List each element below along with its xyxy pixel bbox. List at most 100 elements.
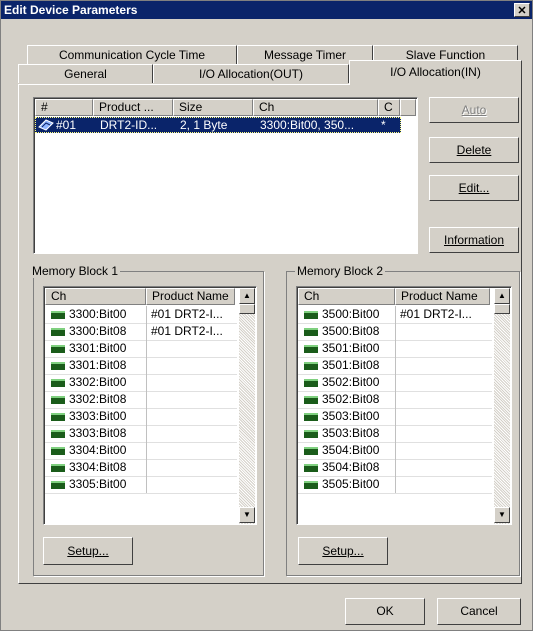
channel-cell: 3301:Bit08 xyxy=(69,358,127,372)
memory-icon xyxy=(304,481,318,489)
edit-button[interactable]: Edit... xyxy=(429,175,519,201)
tab-io-allocation-out[interactable]: I/O Allocation(OUT) xyxy=(153,64,349,83)
list-item[interactable]: 3303:Bit08 xyxy=(45,425,237,443)
memory-block-1-setup-button[interactable]: Setup... xyxy=(43,537,133,565)
column-header-ch[interactable]: Ch xyxy=(253,99,378,116)
channel-cell: 3504:Bit00 xyxy=(322,443,380,457)
mb2-scroll-thumb[interactable] xyxy=(494,304,510,314)
memory-block-1-list[interactable]: Ch Product Name 3300:Bit00 #01 DRT2-I... 3… xyxy=(43,286,257,525)
list-item[interactable]: 3502:Bit00 xyxy=(298,374,492,392)
channel-cell: 3505:Bit00 xyxy=(322,477,380,491)
column-header-num[interactable]: # xyxy=(35,99,93,116)
channel-cell: 3501:Bit00 xyxy=(322,341,380,355)
tab-general[interactable]: General xyxy=(18,64,153,83)
tab-io-allocation-in[interactable]: I/O Allocation(IN) xyxy=(349,60,522,85)
mb1-scroll-thumb[interactable] xyxy=(239,304,255,314)
channel-cell: 3300:Bit08 xyxy=(69,324,127,338)
device-row-product: DRT2-ID... xyxy=(100,118,158,132)
auto-button-label: Auto xyxy=(461,103,487,117)
list-item[interactable]: 3504:Bit00 xyxy=(298,442,492,460)
list-item[interactable]: 3500:Bit08 xyxy=(298,323,492,341)
list-item[interactable]: 3304:Bit08 xyxy=(45,459,237,477)
channel-cell: 3500:Bit00 xyxy=(322,307,380,321)
list-item[interactable]: 3503:Bit08 xyxy=(298,425,492,443)
memory-icon xyxy=(304,362,318,370)
memory-icon xyxy=(304,430,318,438)
memory-icon xyxy=(51,481,65,489)
table-row[interactable]: #01 DRT2-ID... 2, 1 Byte 3300:Bit00, 350… xyxy=(35,117,401,133)
memory-block-2-list[interactable]: Ch Product Name 3500:Bit00 #01 DRT2-I... 3… xyxy=(296,286,512,525)
mb2-column-header-ch[interactable]: Ch xyxy=(298,288,395,305)
mb2-column-header-product-name[interactable]: Product Name xyxy=(395,288,490,305)
list-item[interactable]: 3300:Bit00 #01 DRT2-I... xyxy=(45,306,237,324)
list-item[interactable]: 3502:Bit08 xyxy=(298,391,492,409)
list-item[interactable]: 3504:Bit08 xyxy=(298,459,492,477)
list-item[interactable]: 3503:Bit00 xyxy=(298,408,492,426)
mb1-setup-label: Setup... xyxy=(67,544,109,558)
mb1-scroll-down-icon[interactable]: ▼ xyxy=(239,507,255,523)
device-icon xyxy=(38,119,54,131)
channel-cell: 3305:Bit00 xyxy=(69,477,127,491)
memory-icon xyxy=(51,464,65,472)
mb1-scrollbar[interactable]: ▲ ▼ xyxy=(239,288,255,524)
list-item[interactable]: 3302:Bit00 xyxy=(45,374,237,392)
channel-cell: 3303:Bit00 xyxy=(69,409,127,423)
list-item[interactable]: 3500:Bit00 #01 DRT2-I... xyxy=(298,306,492,324)
memory-icon xyxy=(51,362,65,370)
list-item[interactable]: 3301:Bit00 xyxy=(45,340,237,358)
memory-icon xyxy=(304,379,318,387)
channel-cell: 3303:Bit08 xyxy=(69,426,127,440)
memory-block-2-setup-button[interactable]: Setup... xyxy=(298,537,388,565)
mb2-scrollbar[interactable]: ▲ ▼ xyxy=(494,288,510,524)
channel-cell: 3304:Bit08 xyxy=(69,460,127,474)
channel-cell: 3500:Bit08 xyxy=(322,324,380,338)
channel-cell: 3301:Bit00 xyxy=(69,341,127,355)
mb1-column-header-product-name[interactable]: Product Name xyxy=(146,288,235,305)
column-header-product[interactable]: Product ... xyxy=(93,99,173,116)
auto-button[interactable]: Auto xyxy=(429,97,519,123)
cancel-button[interactable]: Cancel xyxy=(437,598,521,625)
channel-cell: 3302:Bit08 xyxy=(69,392,127,406)
memory-block-1-label: Memory Block 1 xyxy=(30,264,121,278)
title-bar[interactable]: Edit Device Parameters ✕ xyxy=(1,1,532,19)
ok-button[interactable]: OK xyxy=(345,598,425,625)
list-item[interactable]: 3301:Bit08 xyxy=(45,357,237,375)
memory-icon xyxy=(51,396,65,404)
mb2-setup-label: Setup... xyxy=(322,544,364,558)
list-item[interactable]: 3501:Bit00 xyxy=(298,340,492,358)
list-item[interactable]: 3304:Bit00 xyxy=(45,442,237,460)
information-button-label: Information xyxy=(443,233,505,247)
mb2-scroll-up-icon[interactable]: ▲ xyxy=(494,288,510,304)
memory-icon xyxy=(304,328,318,336)
tab-communication-cycle-time[interactable]: Communication Cycle Time xyxy=(27,45,237,64)
delete-button-label: Delete xyxy=(456,143,492,157)
channel-cell: 3503:Bit08 xyxy=(322,426,380,440)
list-item[interactable]: 3305:Bit00 xyxy=(45,476,237,494)
memory-icon xyxy=(51,447,65,455)
column-header-c[interactable]: C xyxy=(378,99,400,116)
edit-button-label: Edit... xyxy=(458,181,490,195)
channel-cell: 3304:Bit00 xyxy=(69,443,127,457)
list-item[interactable]: 3501:Bit08 xyxy=(298,357,492,375)
delete-button[interactable]: Delete xyxy=(429,137,519,163)
memory-icon xyxy=(304,413,318,421)
memory-icon xyxy=(304,396,318,404)
device-row-ch: 3300:Bit00, 350... xyxy=(260,118,355,132)
memory-icon xyxy=(51,328,65,336)
mb2-scroll-down-icon[interactable]: ▼ xyxy=(494,507,510,523)
information-button[interactable]: Information xyxy=(429,227,519,253)
list-item[interactable]: 3303:Bit00 xyxy=(45,408,237,426)
memory-icon xyxy=(51,311,65,319)
memory-icon xyxy=(51,413,65,421)
column-header-size[interactable]: Size xyxy=(173,99,253,116)
device-list[interactable]: # Product ... Size Ch C #01 DRT2-ID... 2… xyxy=(33,97,418,254)
memory-icon xyxy=(51,379,65,387)
mb1-scroll-up-icon[interactable]: ▲ xyxy=(239,288,255,304)
list-item[interactable]: 3300:Bit08 #01 DRT2-I... xyxy=(45,323,237,341)
close-icon[interactable]: ✕ xyxy=(514,3,530,17)
mb1-column-header-ch[interactable]: Ch xyxy=(45,288,146,305)
memory-icon xyxy=(304,345,318,353)
list-item[interactable]: 3302:Bit08 xyxy=(45,391,237,409)
product-name-cell: #01 DRT2-I... xyxy=(400,307,472,321)
list-item[interactable]: 3505:Bit00 xyxy=(298,476,492,494)
